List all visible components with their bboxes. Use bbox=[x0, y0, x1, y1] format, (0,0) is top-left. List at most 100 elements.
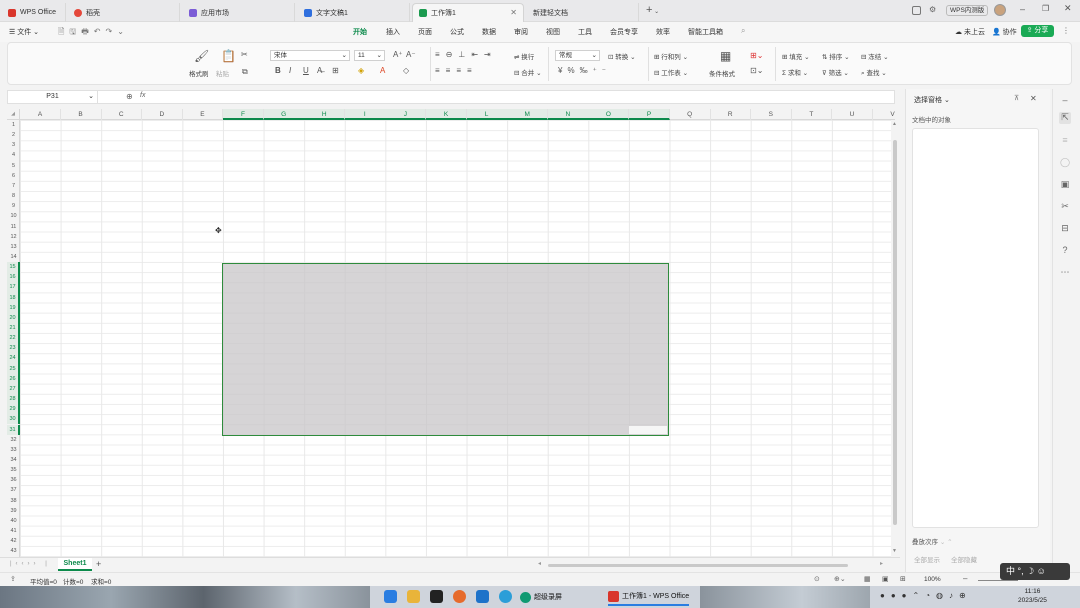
row-header[interactable]: 42 bbox=[7, 536, 20, 546]
tab-new-light-doc[interactable]: 新建轻文档 bbox=[527, 3, 639, 22]
filter-button[interactable]: ⊽ 筛选 ⌄ bbox=[822, 67, 849, 77]
row-header[interactable]: 27 bbox=[7, 383, 20, 395]
row-header[interactable]: 30 bbox=[7, 414, 20, 425]
hide-all-button[interactable]: 全部隐藏 bbox=[951, 554, 977, 564]
cond-format-icon[interactable]: ▦ bbox=[720, 49, 731, 63]
sheet-nav-icon[interactable]: |‹‹›› | bbox=[10, 561, 51, 567]
column-header[interactable]: K bbox=[426, 109, 467, 120]
row-header[interactable]: 10 bbox=[7, 211, 20, 221]
cut-icon[interactable]: ✂ bbox=[241, 50, 248, 59]
tab-daoke[interactable]: 稻壳 bbox=[68, 3, 180, 22]
collab-button[interactable]: 👤 协作 bbox=[992, 27, 1017, 37]
horizontal-scrollbar[interactable] bbox=[548, 564, 848, 567]
row-header[interactable]: 32 bbox=[7, 435, 20, 445]
new-tab-button[interactable]: + ⌄ bbox=[646, 4, 659, 16]
row-header[interactable]: 8 bbox=[7, 191, 20, 201]
grow-font-icon[interactable]: A⁺ bbox=[393, 50, 403, 59]
row-header[interactable]: 19 bbox=[7, 302, 20, 313]
row-header[interactable]: 12 bbox=[7, 232, 20, 242]
sheet-tab-sheet1[interactable]: Sheet1 bbox=[58, 558, 92, 571]
spreadsheet-grid[interactable]: ◢ ABCDEFGHIJKLMNOPQRSTUV 1 2 3 4 5 6 7 8 9 10 11 12… bbox=[7, 109, 895, 557]
app-x-icon[interactable] bbox=[430, 590, 443, 603]
column-header[interactable]: B bbox=[61, 109, 102, 120]
sort-button[interactable]: ⇅ 排序 ⌄ bbox=[822, 51, 850, 61]
row-header[interactable]: 33 bbox=[7, 445, 20, 455]
tools-icon[interactable]: ✂ bbox=[1059, 201, 1071, 213]
row-header[interactable]: 41 bbox=[7, 526, 20, 536]
font-name-select[interactable]: 宋体 ⌄ bbox=[270, 50, 350, 61]
row-header[interactable]: 37 bbox=[7, 485, 20, 495]
cell-icon[interactable]: ⊡⌄ bbox=[750, 66, 763, 75]
upload-status[interactable]: ☁ 未上云 bbox=[955, 27, 985, 37]
tab-app-market[interactable]: 应用市场 bbox=[183, 3, 295, 22]
row-header[interactable]: 38 bbox=[7, 496, 20, 506]
close-window-icon[interactable]: ✕ bbox=[1064, 3, 1072, 14]
row-header[interactable]: 17 bbox=[7, 282, 20, 293]
row-header[interactable]: 24 bbox=[7, 353, 20, 364]
font-size-select[interactable]: 11 ⌄ bbox=[354, 50, 385, 61]
zoom-out-icon[interactable]: – bbox=[963, 574, 967, 583]
skin-icon[interactable]: ⚙ bbox=[929, 5, 936, 14]
column-header[interactable]: D bbox=[142, 109, 183, 120]
column-header[interactable]: N bbox=[547, 109, 589, 120]
worksheet-button[interactable]: ⊟ 工作表 ⌄ bbox=[654, 67, 688, 77]
copy-icon[interactable]: ⧉ bbox=[242, 67, 248, 77]
zoom-formula-icon[interactable]: ⊕ bbox=[126, 92, 133, 101]
cond-format-label[interactable]: 条件格式 bbox=[709, 68, 735, 78]
more-icon[interactable]: ⋮ bbox=[1062, 26, 1070, 35]
sum-button[interactable]: Σ 求和 ⌄ bbox=[782, 67, 808, 77]
column-header[interactable]: L bbox=[466, 109, 508, 120]
app-m-icon[interactable] bbox=[476, 590, 489, 603]
column-header[interactable]: I bbox=[344, 109, 386, 120]
row-header[interactable]: 4 bbox=[7, 150, 20, 160]
row-header[interactable]: 31 bbox=[7, 424, 20, 435]
help-icon[interactable]: ? bbox=[1059, 245, 1071, 257]
selected-range[interactable] bbox=[222, 263, 669, 436]
column-header[interactable]: A bbox=[20, 109, 61, 120]
number-format-select[interactable]: 常规 ⌄ bbox=[555, 50, 600, 61]
menu-view[interactable]: 视图 bbox=[546, 27, 560, 37]
menu-member[interactable]: 会员专享 bbox=[610, 27, 638, 37]
column-header[interactable]: J bbox=[385, 109, 427, 120]
row-header[interactable]: 18 bbox=[7, 292, 20, 303]
row-header[interactable]: 5 bbox=[7, 161, 20, 171]
row-header[interactable]: 21 bbox=[7, 323, 20, 334]
bold-icon[interactable]: B bbox=[275, 66, 281, 75]
row-header[interactable]: 28 bbox=[7, 394, 20, 405]
row-header[interactable]: 1 bbox=[7, 120, 20, 130]
row-header[interactable]: 25 bbox=[7, 363, 20, 374]
column-header[interactable]: R bbox=[710, 109, 752, 120]
row-header[interactable]: 39 bbox=[7, 506, 20, 516]
find-button[interactable]: ⌕ 查找 ⌄ bbox=[861, 67, 887, 78]
font-color-icon[interactable]: A bbox=[380, 66, 385, 75]
menu-data[interactable]: 数据 bbox=[482, 27, 496, 37]
backup-icon[interactable]: ⊟ bbox=[1059, 223, 1071, 235]
row-header[interactable]: 29 bbox=[7, 404, 20, 415]
edge-icon[interactable] bbox=[499, 590, 512, 603]
column-header[interactable]: Q bbox=[670, 109, 711, 120]
strike-icon[interactable]: A̶ bbox=[317, 66, 322, 75]
zoom-slider[interactable] bbox=[978, 580, 1018, 581]
collapse-icon[interactable]: – bbox=[1059, 95, 1071, 107]
image-icon[interactable]: ▣ bbox=[1059, 179, 1071, 191]
column-header[interactable]: S bbox=[751, 109, 792, 120]
number-format-group-icon[interactable]: ¥%‰⁺⁻ bbox=[558, 66, 611, 75]
formula-input[interactable] bbox=[158, 91, 888, 103]
freeze-button[interactable]: ⊟ 冻结 ⌄ bbox=[861, 51, 889, 61]
quick-access-toolbar[interactable]: 🗎🖫🖶↶↷⌄ bbox=[58, 26, 129, 40]
row-header[interactable]: 16 bbox=[7, 272, 20, 283]
row-header[interactable]: 36 bbox=[7, 475, 20, 485]
row-header[interactable]: 11 bbox=[7, 222, 20, 232]
tab-wps-office[interactable]: WPS Office bbox=[2, 3, 66, 22]
clock[interactable]: 11:16 2023/5/25 bbox=[1018, 587, 1047, 605]
show-all-button[interactable]: 全部显示 bbox=[914, 554, 940, 564]
hscroll-right-icon[interactable]: ▸ bbox=[880, 560, 883, 567]
row-header[interactable]: 2 bbox=[7, 130, 20, 140]
zoom-level[interactable]: 100% bbox=[924, 576, 941, 583]
scroll-up-icon[interactable]: ▲ bbox=[892, 121, 897, 127]
column-header[interactable]: M bbox=[507, 109, 549, 120]
file-explorer-icon[interactable] bbox=[407, 590, 420, 603]
row-header[interactable]: 34 bbox=[7, 455, 20, 465]
row-header[interactable]: 9 bbox=[7, 201, 20, 211]
row-header[interactable]: 26 bbox=[7, 373, 20, 384]
